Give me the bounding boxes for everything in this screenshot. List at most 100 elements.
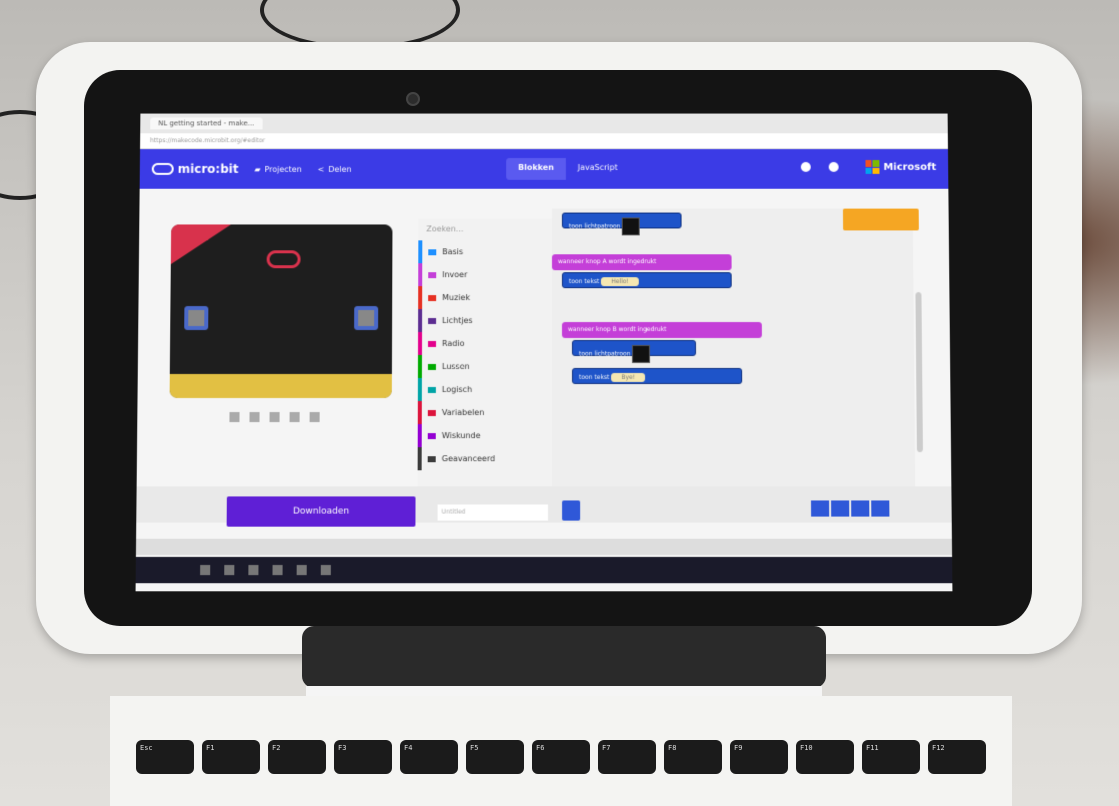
toolbox-item[interactable]: Variabelen: [417, 401, 553, 425]
tab-javascript[interactable]: JavaScript: [565, 158, 630, 180]
keyboard-key[interactable]: F10: [796, 740, 854, 774]
microbit-logo[interactable]: micro:bit: [151, 162, 239, 176]
category-icon: [427, 455, 436, 462]
share-button[interactable]: < Delen: [318, 164, 352, 173]
address-bar[interactable]: https://makecode.microbit.org/#editor: [140, 133, 948, 150]
browser-tab[interactable]: NL getting started - make...: [150, 117, 263, 130]
toolbox-item[interactable]: Logisch: [417, 378, 553, 402]
app-header: micro:bit ▰ Projecten < Delen Blokken Ja…: [139, 149, 949, 189]
keyboard-key[interactable]: F6: [532, 740, 590, 774]
category-icon: [428, 340, 437, 347]
projects-button[interactable]: ▰ Projecten: [254, 164, 301, 173]
keyboard-key[interactable]: F1: [202, 740, 260, 774]
toolbox-item[interactable]: Wiskunde: [417, 424, 553, 448]
category-icon: [428, 317, 437, 324]
project-name-input[interactable]: Untitled: [437, 504, 549, 521]
toolbox-item[interactable]: Basis: [418, 240, 552, 264]
mute-icon[interactable]: [289, 412, 300, 423]
simulator-edge-connector: [169, 373, 392, 399]
toolbox-item-label: Logisch: [441, 385, 473, 395]
keyboard-key[interactable]: F9: [730, 740, 788, 774]
tablet-screen: NL getting started - make... https://mak…: [135, 113, 953, 592]
restart-icon[interactable]: [249, 412, 260, 423]
string-input[interactable]: Hello!: [601, 277, 639, 287]
keyboard-key[interactable]: F2: [268, 740, 326, 774]
event-block[interactable]: wanneer knop A wordt ingedrukt: [551, 254, 732, 271]
toolbox-item[interactable]: Geavanceerd: [417, 447, 553, 471]
search-icon[interactable]: [224, 565, 235, 576]
block-label: toon tekst: [568, 278, 600, 286]
share-label: Delen: [328, 164, 352, 174]
block-label: toon lichtpatroon: [568, 222, 621, 230]
downloads-bar: [135, 538, 953, 555]
event-block[interactable]: wanneer knop B wordt ingedrukt: [561, 322, 762, 339]
download-button[interactable]: Downloaden: [226, 496, 416, 527]
string-input[interactable]: Bye!: [611, 372, 646, 383]
led-grid-icon: [622, 217, 641, 236]
keyboard-key[interactable]: F7: [598, 740, 656, 774]
toolbox-item-label: Muziek: [442, 293, 471, 303]
code-block[interactable]: toon tekst Bye!: [572, 367, 743, 385]
keyboard-key[interactable]: F3: [334, 740, 392, 774]
microsoft-logo-icon: [865, 160, 880, 174]
microbit-simulator[interactable]: [169, 224, 393, 399]
simulator-controls: [229, 412, 320, 423]
slowmo-icon[interactable]: [269, 412, 280, 423]
gear-icon[interactable]: [828, 162, 839, 172]
toolbox-item-label: Variabelen: [441, 408, 485, 418]
toolbox-item[interactable]: Radio: [417, 332, 553, 355]
redo-icon[interactable]: [831, 500, 850, 517]
keyboard-key[interactable]: F5: [466, 740, 524, 774]
simulator-button-b[interactable]: [354, 306, 379, 331]
windows-taskbar: [135, 556, 953, 584]
camera-icon: [406, 92, 420, 106]
taskview-icon[interactable]: [248, 565, 259, 576]
logo-text: micro:bit: [177, 162, 239, 176]
keyboard-key[interactable]: F12: [928, 740, 986, 774]
category-icon: [427, 409, 436, 416]
blocks-workspace[interactable]: toon lichtpatroon wanneer knop A wordt i…: [551, 208, 916, 501]
save-button[interactable]: [562, 500, 581, 521]
category-icon: [428, 294, 437, 301]
code-block[interactable]: toon lichtpatroon: [571, 340, 697, 363]
category-icon: [428, 248, 437, 255]
zoom-out-icon[interactable]: [851, 500, 870, 517]
toolbox-item[interactable]: Muziek: [418, 286, 552, 310]
tab-blocks[interactable]: Blokken: [506, 158, 566, 180]
toolbox-search[interactable]: Zoeken...: [418, 219, 552, 241]
brand-label: Microsoft: [883, 161, 937, 173]
start-icon[interactable]: [200, 565, 211, 576]
keyboard-key[interactable]: F8: [664, 740, 722, 774]
fullscreen-icon[interactable]: [309, 412, 320, 423]
category-icon: [427, 386, 436, 393]
toolbox-item[interactable]: Invoer: [418, 263, 552, 287]
hinge-strip: [306, 686, 822, 696]
help-icon[interactable]: [800, 162, 811, 172]
simulator-logo-icon: [266, 250, 301, 269]
workspace-scrollbar[interactable]: [915, 292, 923, 453]
folder-icon: ▰: [254, 164, 261, 174]
download-label: Downloaden: [292, 506, 350, 517]
code-block[interactable]: toon tekst Hello!: [561, 272, 732, 289]
get-started-button[interactable]: [842, 208, 919, 231]
zoom-in-icon[interactable]: [871, 500, 890, 517]
projects-label: Projecten: [264, 164, 302, 174]
stop-icon[interactable]: [229, 412, 240, 423]
chrome-icon[interactable]: [320, 565, 331, 576]
undo-icon[interactable]: [810, 500, 830, 517]
keyboard-key[interactable]: Esc: [136, 740, 194, 774]
keyboard-key[interactable]: F11: [862, 740, 920, 774]
code-block[interactable]: toon lichtpatroon: [561, 212, 682, 236]
keyboard-key[interactable]: F4: [400, 740, 458, 774]
microsoft-logo[interactable]: Microsoft: [865, 160, 936, 174]
toolbox-item-label: Lichtjes: [442, 316, 473, 326]
store-icon[interactable]: [296, 565, 307, 576]
microbit-logo-icon: [151, 163, 174, 175]
explorer-icon[interactable]: [272, 565, 283, 576]
category-icon: [428, 271, 437, 278]
toolbox-item[interactable]: Lichtjes: [418, 309, 552, 333]
category-icon: [427, 363, 436, 370]
toolbox-item-label: Geavanceerd: [441, 454, 496, 464]
toolbox-item[interactable]: Lussen: [417, 354, 553, 379]
simulator-button-a[interactable]: [184, 306, 209, 331]
